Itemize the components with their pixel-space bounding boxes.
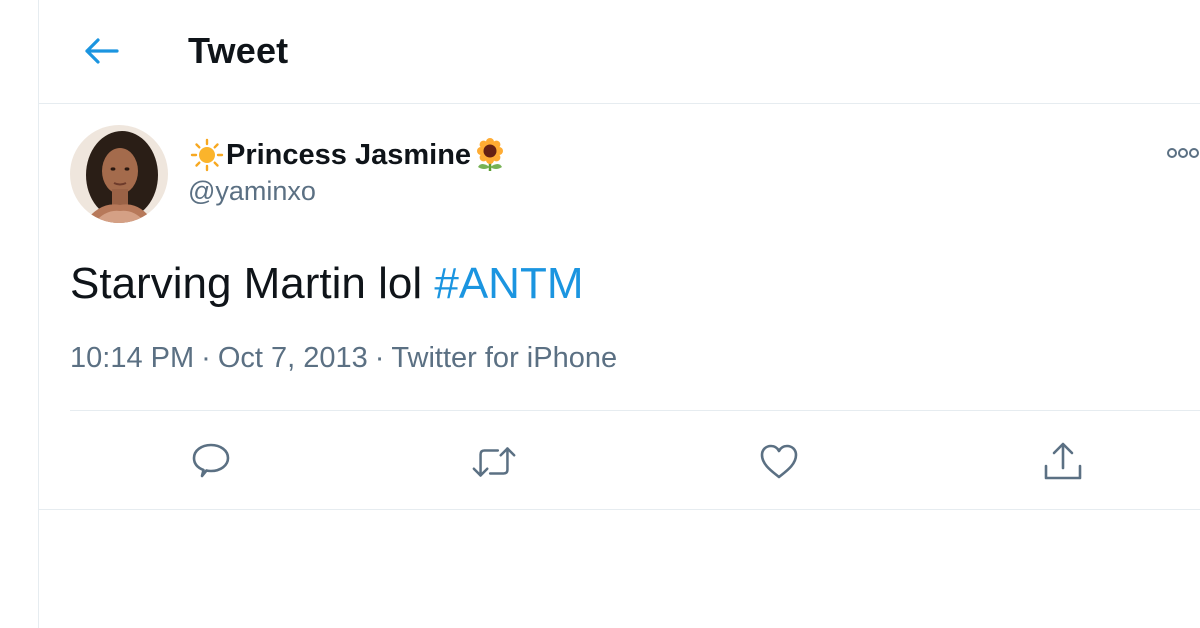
page-title: Tweet (188, 30, 289, 71)
separator: · (374, 342, 385, 374)
divider (70, 410, 1200, 411)
more-icon (1167, 148, 1199, 158)
speech-bubble-icon (192, 443, 230, 478)
hashtag-link[interactable]: #ANTM (434, 259, 583, 308)
user-handle[interactable]: @yaminxo (188, 176, 316, 207)
share-button[interactable] (1039, 438, 1087, 486)
back-button[interactable] (78, 32, 124, 70)
sunflower-emoji (471, 136, 509, 174)
tweet-date[interactable]: Oct 7, 2013 (218, 342, 368, 374)
tweet-time[interactable]: 10:14 PM (70, 342, 194, 374)
display-name: Princess Jasmine (226, 138, 472, 171)
divider (39, 509, 1200, 510)
arrow-left-icon (85, 38, 119, 64)
retweet-button[interactable] (470, 438, 518, 486)
tweet-metadata: 10:14 PM · Oct 7, 2013 · Twitter for iPhone (70, 342, 617, 375)
tweet-source[interactable]: Twitter for iPhone (391, 342, 617, 374)
separator: · (201, 342, 211, 374)
profile-photo (70, 125, 168, 223)
display-name-row[interactable]: Princess Jasmine (188, 133, 509, 177)
tweet-body: Starving Martin lol (70, 259, 435, 308)
more-options-button[interactable] (1166, 140, 1200, 166)
reply-button[interactable] (187, 438, 235, 486)
like-button[interactable] (755, 438, 803, 486)
sun-emoji (188, 136, 226, 174)
share-icon (1044, 442, 1082, 480)
tweet-text: Starving Martin lol #ANTM (70, 256, 583, 312)
avatar[interactable] (70, 125, 168, 223)
retweet-icon (472, 447, 516, 477)
heart-icon (760, 444, 798, 479)
